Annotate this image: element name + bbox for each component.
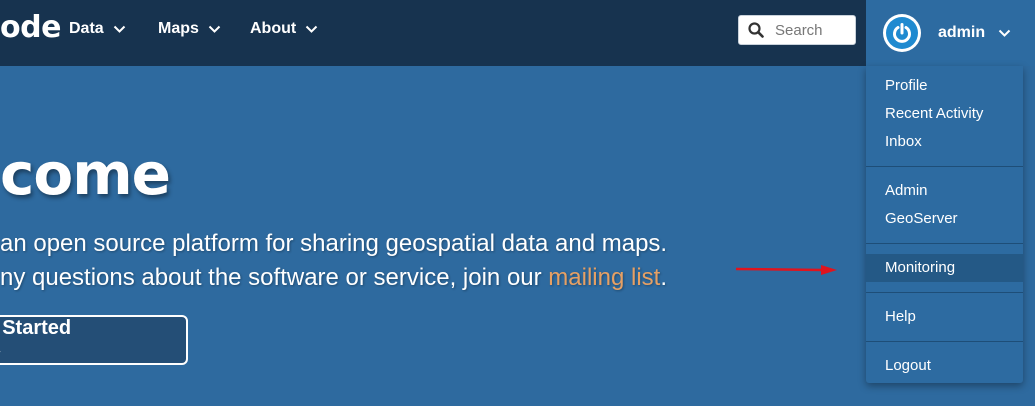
hero-contact-suffix: . [660, 264, 667, 291]
chevron-down-icon [113, 25, 126, 34]
hero-title: come [0, 140, 171, 208]
hero-contact-text: ny questions about the software or servi… [0, 264, 667, 292]
hero-contact-prefix: ny questions about the software or servi… [0, 264, 549, 291]
dropdown-divider [866, 292, 1023, 293]
dropdown-item-admin[interactable]: Admin [866, 177, 1023, 205]
arrow-right-icon [735, 262, 839, 283]
nav-maps-menu[interactable]: Maps [158, 20, 221, 38]
dropdown-divider [866, 341, 1023, 342]
dropdown-item-logout[interactable]: Logout [866, 352, 1023, 380]
hero-description: an open source platform for sharing geos… [0, 230, 668, 257]
avatar [883, 14, 921, 52]
user-dropdown-menu: Profile Recent Activity Inbox Admin GeoS… [866, 66, 1023, 383]
user-menu-toggle[interactable]: admin [866, 0, 1035, 66]
chevron-down-icon [305, 25, 318, 34]
chevron-down-icon [998, 29, 1011, 38]
search-input[interactable] [773, 20, 857, 40]
dropdown-item-inbox[interactable]: Inbox [866, 128, 1023, 156]
nav-maps-label: Maps [158, 20, 199, 37]
nav-about-menu[interactable]: About [250, 20, 318, 38]
chevron-down-icon [208, 25, 221, 34]
nav-data-label: Data [69, 20, 104, 37]
mailing-list-link[interactable]: mailing list [548, 264, 660, 291]
nav-about-label: About [250, 20, 297, 37]
power-icon [886, 17, 918, 49]
dropdown-item-recent-activity[interactable]: Recent Activity [866, 100, 1023, 128]
get-started-button[interactable]: t Started » [0, 315, 188, 365]
search-icon[interactable] [748, 22, 764, 38]
user-name: admin [938, 24, 986, 41]
nav-data-menu[interactable]: Data [69, 20, 126, 38]
brand-logo[interactable]: ode [0, 10, 61, 45]
dropdown-item-geoserver[interactable]: GeoServer [866, 205, 1023, 233]
dropdown-item-monitoring[interactable]: Monitoring [866, 254, 1023, 282]
dropdown-divider [866, 166, 1023, 167]
dropdown-item-help[interactable]: Help [866, 303, 1023, 331]
search-box [738, 15, 857, 45]
dropdown-item-profile[interactable]: Profile [866, 72, 1023, 100]
top-navbar: ode Data Maps About Search admin [0, 0, 1035, 66]
dropdown-divider [866, 243, 1023, 244]
